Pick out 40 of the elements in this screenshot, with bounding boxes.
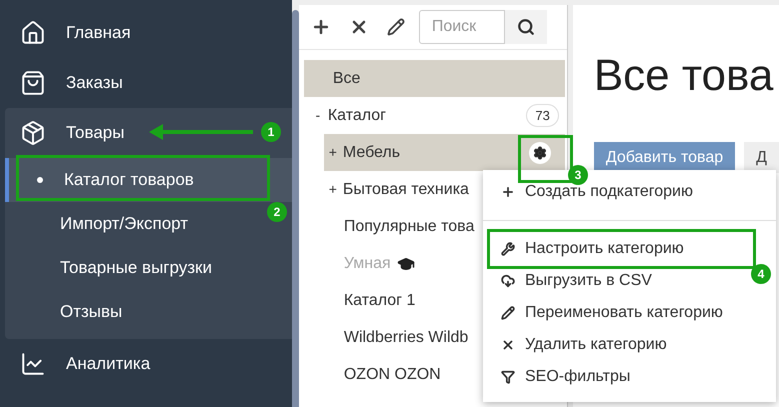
search-field[interactable]: Поиск	[418, 10, 505, 44]
plus-icon	[501, 185, 515, 199]
search-button[interactable]	[504, 10, 547, 44]
sidebar-subitem[interactable]: Каталог товаров	[5, 158, 292, 202]
cloud-download-icon	[501, 274, 515, 288]
close-icon	[501, 338, 515, 352]
toggle[interactable]: +	[326, 142, 339, 163]
home-icon	[20, 20, 46, 46]
chart-icon	[20, 351, 46, 377]
action-button[interactable]: Д	[744, 142, 779, 173]
wrench-icon	[501, 242, 515, 256]
toggle[interactable]: -	[312, 105, 324, 126]
count-badge: 73	[526, 104, 559, 128]
edit-icon[interactable]	[386, 18, 405, 36]
sidebar-item[interactable]: Аналитика	[0, 339, 160, 389]
settings-button[interactable]	[528, 142, 551, 164]
filter-icon	[501, 370, 515, 384]
tree-item[interactable]: - Каталог 73	[304, 97, 565, 134]
settings-icon	[532, 146, 547, 160]
sidebar-item[interactable]: Заказы	[0, 58, 133, 108]
page-title: Все това	[594, 50, 774, 102]
pencil-icon	[501, 306, 515, 320]
menu-item[interactable]: Выгрузить в CSV	[483, 265, 660, 297]
sidebar-subitem[interactable]: Импорт/Экспорт	[5, 202, 198, 246]
menu-item[interactable]: SEO-фильтры	[483, 361, 638, 393]
menu-item[interactable]: Удалить категорию	[483, 329, 675, 361]
menu-item[interactable]: Настроить категорию	[483, 233, 692, 265]
sidebar-item[interactable]: Главная	[0, 8, 141, 58]
tree-item[interactable]: + Мебель	[324, 134, 565, 171]
bullet-icon	[37, 177, 43, 183]
sidebar-item[interactable]: Товары	[0, 108, 134, 158]
box-icon	[20, 120, 46, 146]
toggle[interactable]: +	[326, 179, 339, 200]
search-icon	[516, 18, 535, 36]
tree-item[interactable]: Все	[304, 60, 565, 97]
arrow-icon	[149, 124, 253, 140]
sidebar-subitem[interactable]: Отзывы	[5, 290, 132, 334]
sidebar-subitem[interactable]: Товарные выгрузки	[5, 246, 222, 290]
shopping-bag-icon	[20, 70, 46, 96]
menu-item[interactable]: Переименовать категорию	[483, 297, 731, 329]
